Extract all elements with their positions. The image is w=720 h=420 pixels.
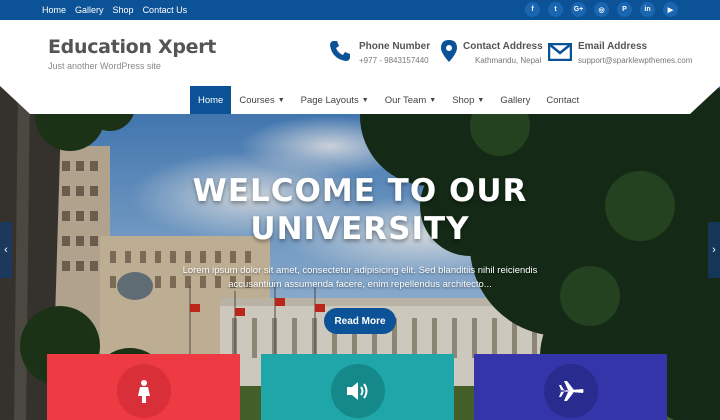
- menu-item-our-team[interactable]: Our Team ▼: [377, 86, 444, 114]
- menu-item-contact-label: Contact: [546, 94, 580, 106]
- chevron-down-icon: ▼: [361, 96, 369, 104]
- social-links: f t G+ ◎ P in ▶: [517, 2, 678, 17]
- facebook-icon[interactable]: f: [525, 2, 540, 17]
- menu-item-gallery-label: Gallery: [500, 94, 531, 106]
- top-link-shop[interactable]: Shop: [113, 5, 134, 15]
- menu-item-courses-label: Courses: [239, 94, 275, 106]
- hero-description: Lorem ipsum dolor sit amet, consectetur …: [182, 265, 538, 290]
- menu-item-page-layouts[interactable]: Page Layouts ▼: [293, 86, 377, 114]
- map-marker-icon: [441, 40, 457, 62]
- female-icon: [117, 364, 171, 418]
- site-header: Education Xpert Just another WordPress s…: [0, 20, 720, 86]
- phone-icon: [330, 41, 350, 61]
- top-nav: Home Gallery Shop Contact Us: [42, 0, 196, 20]
- slider-next-button[interactable]: ›: [708, 222, 720, 278]
- menu-item-our-team-label: Our Team: [384, 94, 427, 106]
- volume-icon: [331, 364, 385, 418]
- menu-item-shop[interactable]: Shop ▼: [444, 86, 492, 114]
- slider-prev-button[interactable]: ‹: [0, 222, 12, 278]
- phone-value: +977 - 9843157440: [359, 56, 429, 65]
- chevron-down-icon: ▼: [477, 96, 485, 104]
- chevron-right-icon: ›: [712, 244, 716, 256]
- menu-item-courses[interactable]: Courses ▼: [231, 86, 292, 114]
- top-link-contact-us[interactable]: Contact Us: [143, 5, 188, 15]
- main-menu: Home Courses ▼ Page Layouts ▼ Our Team ▼ Sh…: [190, 86, 587, 114]
- site-title[interactable]: Education Xpert: [48, 36, 216, 58]
- google-plus-icon[interactable]: G+: [571, 2, 586, 17]
- address-label: Contact Address: [463, 41, 543, 52]
- email-value: support@sparklewpthemes.com: [578, 56, 693, 65]
- top-bar: Home Gallery Shop Contact Us f t G+ ◎ P …: [0, 0, 720, 20]
- chevron-left-icon: ‹: [4, 244, 8, 256]
- youtube-icon[interactable]: ▶: [663, 2, 678, 17]
- menu-item-home[interactable]: Home: [190, 86, 232, 114]
- twitter-icon[interactable]: t: [548, 2, 563, 17]
- top-link-home[interactable]: Home: [42, 5, 66, 15]
- chevron-down-icon: ▼: [277, 96, 285, 104]
- plane-icon: [544, 364, 598, 418]
- menu-item-shop-label: Shop: [452, 94, 475, 106]
- hero-title-line-2: UNIVERSITY: [250, 211, 470, 247]
- hero-title-line-1: WELCOME TO OUR: [192, 173, 528, 209]
- envelope-icon: [548, 43, 572, 61]
- phone-label: Phone Number: [359, 41, 431, 52]
- feature-box-3[interactable]: [474, 354, 667, 420]
- menu-item-gallery[interactable]: Gallery: [492, 86, 538, 114]
- email-label: Email Address: [578, 41, 648, 52]
- pinterest-icon[interactable]: P: [617, 2, 632, 17]
- linkedin-icon[interactable]: in: [640, 2, 655, 17]
- read-more-button[interactable]: Read More: [324, 308, 396, 334]
- menu-item-home-label: Home: [198, 94, 224, 106]
- chevron-down-icon: ▼: [429, 96, 437, 104]
- feature-box-1[interactable]: [47, 354, 240, 420]
- site-tagline: Just another WordPress site: [48, 61, 161, 71]
- feature-box-2[interactable]: [261, 354, 454, 420]
- menu-item-page-layouts-label: Page Layouts: [300, 94, 359, 106]
- instagram-icon[interactable]: ◎: [594, 2, 609, 17]
- menu-item-contact[interactable]: Contact: [538, 86, 587, 114]
- top-link-gallery[interactable]: Gallery: [75, 5, 104, 15]
- address-value: Kathmandu, Nepal: [475, 56, 542, 65]
- hero-slider: WELCOME TO OUR UNIVERSITY Lorem ipsum do…: [0, 86, 720, 420]
